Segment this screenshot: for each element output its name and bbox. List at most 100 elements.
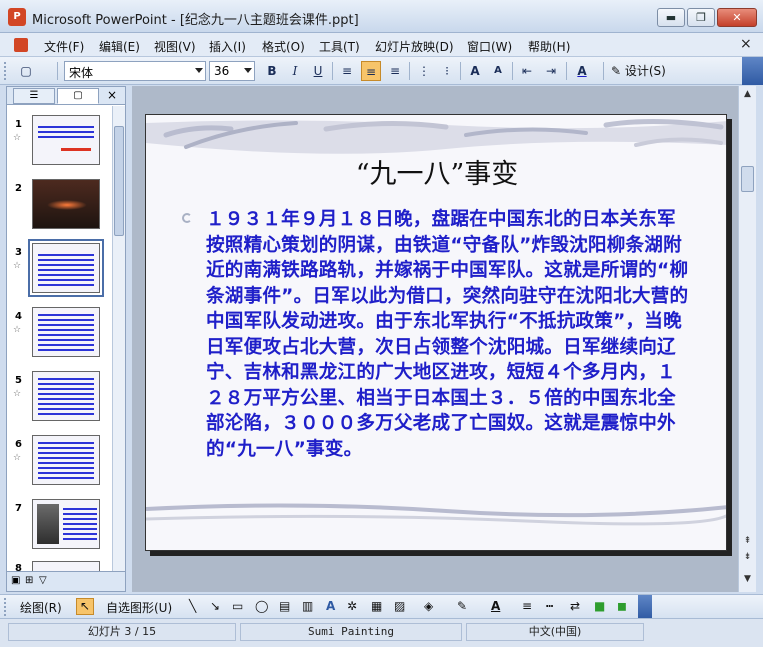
- thumbnail-number: 3: [15, 247, 22, 258]
- design-button-label: 设计(S): [624, 64, 666, 78]
- view-buttons: ▣ ⊞ ▽: [7, 571, 125, 591]
- document-icon[interactable]: [14, 38, 28, 52]
- close-button[interactable]: ✕: [717, 8, 757, 27]
- scroll-down-icon[interactable]: ▼: [740, 572, 755, 587]
- clipart-icon[interactable]: ▦: [371, 599, 382, 613]
- thumbnail-text-lines: [38, 126, 94, 140]
- increase-font-size-button[interactable]: A: [465, 61, 485, 81]
- slide-thumbnail-1[interactable]: [32, 115, 100, 165]
- slide-thumbnail-7[interactable]: [32, 499, 100, 549]
- menu-tools[interactable]: 工具(T): [319, 38, 360, 55]
- scroll-up-icon[interactable]: ▲: [740, 87, 755, 102]
- animation-star-icon: ☆: [13, 325, 22, 335]
- scrollbar-thumb[interactable]: [741, 166, 754, 192]
- font-size-value: 36: [214, 64, 230, 78]
- bold-button[interactable]: B: [262, 61, 282, 81]
- draw-menu-button[interactable]: 绘图(R): [20, 599, 62, 616]
- numbering-icon[interactable]: ⋮: [414, 61, 434, 81]
- bullet-icon: [182, 213, 192, 223]
- status-bar: 幻灯片 3 / 15 Sumi Painting 中文(中国): [0, 618, 763, 647]
- menu-edit[interactable]: 编辑(E): [99, 38, 140, 55]
- menu-slideshow[interactable]: 幻灯片放映(D): [375, 38, 454, 55]
- autoshapes-button[interactable]: 自选图形(U): [106, 599, 172, 616]
- increase-indent-icon[interactable]: ⇥: [541, 61, 561, 81]
- italic-button[interactable]: I: [285, 61, 305, 81]
- slide-thumbnail-3[interactable]: [28, 239, 104, 297]
- font-name-select[interactable]: 宋体: [64, 61, 206, 81]
- maximize-button[interactable]: ❐: [687, 8, 715, 27]
- thumbnail-number: 4: [15, 311, 22, 322]
- textbox-tool-icon[interactable]: ▤: [279, 599, 290, 613]
- powerpoint-app-icon[interactable]: P: [8, 8, 26, 26]
- menu-insert[interactable]: 插入(I): [209, 38, 246, 55]
- arrow-style-icon[interactable]: ⇄: [570, 599, 580, 613]
- line-color-icon[interactable]: ✎: [457, 599, 467, 613]
- dash-style-icon[interactable]: ┅: [546, 599, 553, 613]
- slide-thumbnail-6[interactable]: [32, 435, 100, 485]
- slide-thumbnail-2[interactable]: [32, 179, 100, 229]
- pane-tabs: ☰ ▢ ×: [7, 87, 125, 105]
- slideshow-view-icon[interactable]: ▽: [39, 575, 47, 586]
- wordart-icon[interactable]: A: [326, 599, 335, 613]
- toolbar-grip[interactable]: [4, 62, 7, 80]
- shadow-style-icon[interactable]: ■: [594, 599, 605, 613]
- 3d-style-icon[interactable]: ◼: [617, 599, 627, 613]
- slide-sorter-icon[interactable]: ⊞: [25, 575, 33, 586]
- minimize-button[interactable]: ▬: [657, 8, 685, 27]
- thumbnail-number: 2: [15, 183, 22, 194]
- thumbnail-red-text: [61, 148, 91, 151]
- align-right-icon[interactable]: ≡: [385, 61, 405, 81]
- drawing-toolbar-options[interactable]: [638, 595, 652, 619]
- menu-view[interactable]: 视图(V): [154, 38, 196, 55]
- vertical-textbox-icon[interactable]: ▥: [302, 599, 313, 613]
- slide-thumbnail-8[interactable]: [32, 561, 100, 571]
- previous-slide-icon[interactable]: ⇞: [740, 534, 755, 549]
- font-size-select[interactable]: 36: [209, 61, 255, 81]
- select-pointer-icon[interactable]: ↖: [76, 598, 94, 615]
- slide-thumbnail-4[interactable]: [32, 307, 100, 357]
- oval-tool-icon[interactable]: ◯: [255, 599, 268, 613]
- line-tool-icon[interactable]: ╲: [189, 599, 196, 613]
- vertical-scrollbar[interactable]: ▲ ⇞ ⇟ ▼: [738, 86, 756, 592]
- drawing-toolbar: 绘图(R) ↖ 自选图形(U) ╲ ↘ ▭ ◯ ▤ ▥ A ✲ ▦ ▨ ◈ ✎ …: [0, 594, 763, 619]
- new-slide-icon[interactable]: ▢: [16, 61, 36, 81]
- diagram-icon[interactable]: ✲: [347, 599, 357, 613]
- font-name-value: 宋体: [69, 66, 94, 80]
- slide-body-text[interactable]: １９３１年９月１８日晚，盘踞在中国东北的日本关东军按照精心策划的阴谋，由铁道“守…: [206, 207, 694, 462]
- font-color-button[interactable]: A: [572, 61, 592, 81]
- design-button[interactable]: ✎ 设计(S): [611, 62, 666, 79]
- menu-format[interactable]: 格式(O): [262, 38, 305, 55]
- toolbar-options-button[interactable]: [742, 57, 763, 85]
- slide-title[interactable]: “九一八”事变: [146, 152, 726, 191]
- normal-view-icon[interactable]: ▣: [11, 575, 20, 586]
- align-left-icon[interactable]: ≡: [337, 61, 357, 81]
- slide-thumbnail-5[interactable]: [32, 371, 100, 421]
- slide-canvas[interactable]: “九一八”事变 １９３１年９月１８日晚，盘踞在中国东北的日本关东军按照精心策划的…: [145, 114, 727, 551]
- design-template-name: Sumi Painting: [240, 623, 462, 641]
- decrease-indent-icon[interactable]: ⇤: [517, 61, 537, 81]
- fill-color-icon[interactable]: ◈: [424, 599, 433, 613]
- rectangle-tool-icon[interactable]: ▭: [232, 599, 243, 613]
- pane-scrollbar[interactable]: [112, 106, 125, 571]
- font-color-icon[interactable]: A: [491, 599, 500, 613]
- pane-close-icon[interactable]: ×: [107, 88, 117, 102]
- line-style-icon[interactable]: ≡: [522, 599, 532, 613]
- insert-picture-icon[interactable]: ▨: [394, 599, 405, 613]
- pane-scrollbar-thumb[interactable]: [114, 126, 124, 236]
- thumbnail-text-lines: [38, 314, 94, 354]
- animation-star-icon: ☆: [13, 261, 22, 271]
- toolbar-grip[interactable]: [4, 598, 7, 616]
- align-center-icon[interactable]: ≡: [361, 61, 381, 81]
- document-close-button[interactable]: ×: [740, 36, 752, 52]
- menu-file[interactable]: 文件(F): [44, 38, 84, 55]
- menu-help[interactable]: 帮助(H): [528, 38, 570, 55]
- bullets-icon[interactable]: ⁝: [437, 61, 457, 81]
- arrow-tool-icon[interactable]: ↘: [210, 599, 220, 613]
- next-slide-icon[interactable]: ⇟: [740, 550, 755, 565]
- menu-window[interactable]: 窗口(W): [467, 38, 512, 55]
- tab-slides[interactable]: ▢: [57, 88, 99, 104]
- tab-outline[interactable]: ☰: [13, 88, 55, 104]
- formatting-toolbar: ▢ 宋体 36 B I U ≡ ≡ ≡ ⋮ ⁝ A A ⇤ ⇥ A ✎ 设计(S…: [0, 57, 763, 85]
- underline-button[interactable]: U: [308, 61, 328, 81]
- decrease-font-size-button[interactable]: A: [488, 61, 508, 81]
